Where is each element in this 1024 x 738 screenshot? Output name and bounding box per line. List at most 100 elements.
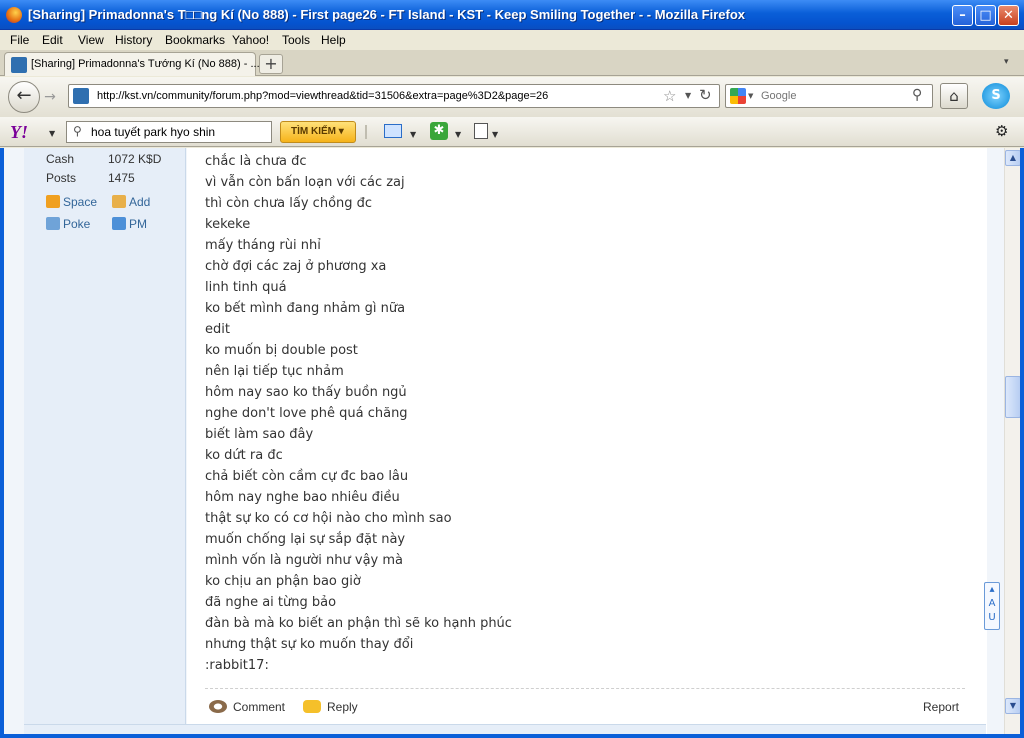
page-viewport: Cash 1072 K$D Posts 1475 Space Add Poke … [0,148,1024,738]
menu-file[interactable]: File [10,33,29,47]
post-line: chả biết còn cầm cự đc bao lâu [205,469,409,484]
menu-edit[interactable]: Edit [42,33,63,47]
close-button[interactable]: ✕ [998,5,1019,26]
stat-cash-label: Cash [46,152,75,166]
bookmark-star-icon[interactable]: ☆ [663,87,676,105]
vertical-scrollbar[interactable]: ▲ ▼ [1004,148,1020,734]
firefox-icon [6,7,22,23]
home-icon [46,195,60,208]
stat-cash-value: 1072 K$D [108,152,162,166]
user-pm-link[interactable]: PM [112,217,147,231]
menu-bar: File Edit View History Bookmarks Yahoo! … [0,30,1024,50]
web-search-box[interactable]: ▼ ⚲ [725,84,933,108]
envelope-icon [112,217,126,230]
post-line: ko chịu an phận bao giờ [205,574,361,589]
yahoo-flower-icon[interactable]: ✱ [430,122,448,140]
post-line: ko muốn bị double post [205,343,358,358]
post-line: đàn bà mà ko biết an phận thì sẽ ko hạnh… [205,616,512,631]
url-text[interactable]: http://kst.vn/community/forum.php?mod=vi… [97,90,548,102]
menu-view[interactable]: View [78,33,104,47]
post-line: :rabbit17: [205,658,269,673]
post-line: ko dứt ra đc [205,448,283,463]
web-search-input[interactable] [761,90,911,102]
post-line: muốn chống lại sự sắp đặt này [205,532,406,547]
yahoo-search-input[interactable] [91,125,269,139]
poke-icon [46,217,60,230]
search-icon: ⚲ [73,124,82,138]
mail-icon[interactable] [384,124,402,138]
post-line: đã nghe ai từng bảo [205,595,337,610]
google-icon[interactable] [730,88,746,104]
report-link[interactable]: Report [923,700,959,714]
menu-yahoo[interactable]: Yahoo! [232,33,269,47]
search-icon[interactable]: ⚲ [912,87,922,103]
scrollbar-thumb[interactable] [1005,376,1020,419]
user-add-friend-link[interactable]: Add [112,195,150,209]
post-line: chắc là chưa đc [205,154,307,169]
forward-button[interactable]: → [40,87,60,107]
post-line: thật sự ko có cơ hội nào cho mình sao [205,511,452,526]
post-line: thì còn chưa lấy chồng đc [205,196,373,211]
menu-help[interactable]: Help [321,33,346,47]
scroll-up-button[interactable]: ▲ [1005,150,1020,166]
menu-tools[interactable]: Tools [282,33,310,47]
yahoo-search-box[interactable]: ⚲ [66,121,272,143]
next-post-strip [24,724,986,734]
post-line: nên lại tiếp tục nhảm [205,364,344,379]
comment-button[interactable]: Comment [209,700,285,714]
search-engine-chevron-icon[interactable]: ▼ [748,92,753,100]
yahoo-menu-chevron-icon[interactable]: ▼ [49,129,55,138]
reply-bubble-icon [303,700,321,713]
maximize-button[interactable]: □ [975,5,996,26]
yahoo-search-button[interactable]: TÌM KIẾM ▾ [280,121,356,143]
scroll-down-button[interactable]: ▼ [1005,698,1020,714]
post-line: chờ đợi các zaj ở phương xa [205,259,387,274]
tab-list-chevron-icon[interactable]: ▾ [1004,57,1009,67]
minimize-button[interactable]: – [952,5,973,26]
stat-posts-value: 1475 [108,171,135,185]
new-tab-button[interactable]: + [259,54,283,74]
gear-icon[interactable]: ⚙ [995,122,1008,140]
post-line: nhưng thật sự ko muốn thay đổi [205,637,414,652]
url-history-chevron-icon[interactable]: ▼ [685,91,691,100]
post-line: hôm nay nghe bao nhiêu điều [205,490,400,505]
post-line: mấy tháng rùi nhỉ [205,238,321,253]
post-actions: Comment Reply Report [205,698,965,718]
post-author-sidebar: Cash 1072 K$D Posts 1475 Space Add Poke … [24,148,186,734]
tab-strip: [Sharing] Primadonna's Tướng Kí (No 888)… [0,50,1024,76]
user-poke-link[interactable]: Poke [46,217,90,231]
handshake-icon [112,195,126,208]
window-title: [Sharing] Primadonna's T□□ng Kí (No 888)… [28,7,746,22]
toolbar-separator [365,125,367,139]
comment-cup-icon [209,700,227,713]
flower-chevron-icon[interactable]: ▼ [455,130,461,139]
menu-bookmarks[interactable]: Bookmarks [165,33,225,47]
reload-icon[interactable]: ↻ [699,86,712,104]
post-line: kekeke [205,217,251,232]
back-to-top-button[interactable]: ▴ A U [984,582,1000,630]
notepad-chevron-icon[interactable]: ▼ [492,130,498,139]
post-line: hôm nay sao ko thấy buồn ngủ [205,385,407,400]
tab-label: [Sharing] Primadonna's Tướng Kí (No 888)… [31,58,260,70]
url-bar[interactable]: http://kst.vn/community/forum.php?mod=vi… [68,84,720,108]
skype-icon[interactable]: S [982,83,1010,109]
site-favicon-icon [11,57,27,73]
home-button[interactable]: ⌂ [940,83,968,109]
navigation-toolbar: ← → http://kst.vn/community/forum.php?mo… [0,77,1024,117]
site-identity-icon[interactable] [73,88,89,104]
post-line: edit [205,322,230,337]
post-line: ko bết mình đang nhảm gì nữa [205,301,406,316]
post-line: biết làm sao đây [205,427,314,442]
yahoo-toolbar: Y! ▼ ⚲ TÌM KIẾM ▾ ▼ ✱ ▼ ▼ ⚙ [0,117,1024,147]
user-space-link[interactable]: Space [46,195,97,209]
post-message: chắc là chưa đc vì vẫn còn bấn loạn với c… [205,154,512,679]
notepad-icon[interactable] [474,123,488,139]
yahoo-logo-icon[interactable]: Y! [10,122,28,142]
back-button[interactable]: ← [8,81,40,113]
mail-chevron-icon[interactable]: ▼ [410,130,416,139]
tab-active[interactable]: [Sharing] Primadonna's Tướng Kí (No 888)… [4,52,260,76]
post-content-column: chắc là chưa đc vì vẫn còn bấn loạn với c… [187,148,987,734]
menu-history[interactable]: History [115,33,152,47]
reply-button[interactable]: Reply [303,700,358,714]
post-divider [205,688,965,689]
